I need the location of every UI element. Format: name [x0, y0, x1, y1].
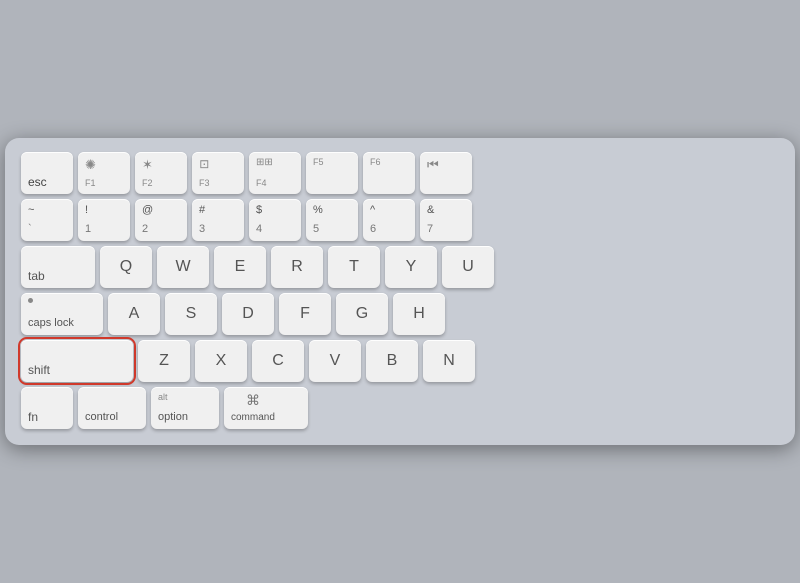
key-x[interactable]: X — [195, 340, 247, 382]
key-d[interactable]: D — [222, 293, 274, 335]
key-esc[interactable]: esc — [21, 152, 73, 194]
tab-label: tab — [28, 269, 45, 283]
key-fn[interactable]: fn — [21, 387, 73, 429]
key-h[interactable]: H — [393, 293, 445, 335]
f6-label: F6 — [370, 157, 381, 168]
key-6[interactable]: ^ 6 — [363, 199, 415, 241]
key-f2[interactable]: ✶ F2 — [135, 152, 187, 194]
f7-icon: ⏮ — [427, 157, 439, 173]
key-command[interactable]: ⌘ command — [224, 387, 308, 429]
key-tab[interactable]: tab — [21, 246, 95, 288]
key-control[interactable]: control — [78, 387, 146, 429]
key-f5[interactable]: F5 — [306, 152, 358, 194]
key-f7[interactable]: ⏮ — [420, 152, 472, 194]
caps-indicator — [28, 298, 33, 303]
esc-label: esc — [28, 175, 47, 189]
alt-label: alt — [158, 392, 168, 403]
f2-icon: ✶ — [142, 157, 153, 173]
f2-label: F2 — [142, 178, 153, 189]
key-q[interactable]: Q — [100, 246, 152, 288]
key-f1[interactable]: ✺ F1 — [78, 152, 130, 194]
zxcv-row: shift Z X C V B N — [21, 340, 779, 382]
f4-icon: ⊞⊞ — [256, 157, 273, 169]
fn-row: esc ✺ F1 ✶ F2 ⊡ F3 ⊞⊞ F4 — [21, 152, 779, 194]
key-7[interactable]: & 7 — [420, 199, 472, 241]
key-4[interactable]: $ 4 — [249, 199, 301, 241]
key-f4[interactable]: ⊞⊞ F4 — [249, 152, 301, 194]
bottom-row: fn control alt option ⌘ command — [21, 387, 779, 429]
keyboard: esc ✺ F1 ✶ F2 ⊡ F3 ⊞⊞ F4 — [5, 138, 795, 445]
f1-icon: ✺ — [85, 157, 96, 173]
key-3[interactable]: # 3 — [192, 199, 244, 241]
key-z[interactable]: Z — [138, 340, 190, 382]
key-e[interactable]: E — [214, 246, 266, 288]
key-t[interactable]: T — [328, 246, 380, 288]
cmd-label: command — [231, 412, 275, 424]
qwerty-row: tab Q W E R T Y U — [21, 246, 779, 288]
cmd-symbol: ⌘ — [246, 392, 260, 409]
asdf-row: caps lock A S D F G H — [21, 293, 779, 335]
number-row: ~ ` ! 1 @ 2 # 3 $ 4 — [21, 199, 779, 241]
f3-label: F3 — [199, 178, 210, 189]
key-f6[interactable]: F6 — [363, 152, 415, 194]
key-option[interactable]: alt option — [151, 387, 219, 429]
key-r[interactable]: R — [271, 246, 323, 288]
caps-label: caps lock — [28, 317, 74, 330]
ctrl-label: control — [85, 411, 118, 424]
key-a[interactable]: A — [108, 293, 160, 335]
key-g[interactable]: G — [336, 293, 388, 335]
f4-label: F4 — [256, 178, 267, 189]
key-u[interactable]: U — [442, 246, 494, 288]
key-c[interactable]: C — [252, 340, 304, 382]
key-f[interactable]: F — [279, 293, 331, 335]
f1-label: F1 — [85, 178, 96, 189]
key-y[interactable]: Y — [385, 246, 437, 288]
key-2[interactable]: @ 2 — [135, 199, 187, 241]
key-w[interactable]: W — [157, 246, 209, 288]
shift-label: shift — [28, 363, 50, 377]
key-5[interactable]: % 5 — [306, 199, 358, 241]
option-label: option — [158, 411, 188, 424]
fn-label: fn — [28, 410, 38, 424]
key-shift[interactable]: shift — [21, 340, 133, 382]
key-1[interactable]: ! 1 — [78, 199, 130, 241]
key-s[interactable]: S — [165, 293, 217, 335]
f5-label: F5 — [313, 157, 324, 168]
key-n[interactable]: N — [423, 340, 475, 382]
key-b[interactable]: B — [366, 340, 418, 382]
key-f3[interactable]: ⊡ F3 — [192, 152, 244, 194]
f3-icon: ⊡ — [199, 157, 209, 171]
key-v[interactable]: V — [309, 340, 361, 382]
key-capslock[interactable]: caps lock — [21, 293, 103, 335]
key-tilde[interactable]: ~ ` — [21, 199, 73, 241]
